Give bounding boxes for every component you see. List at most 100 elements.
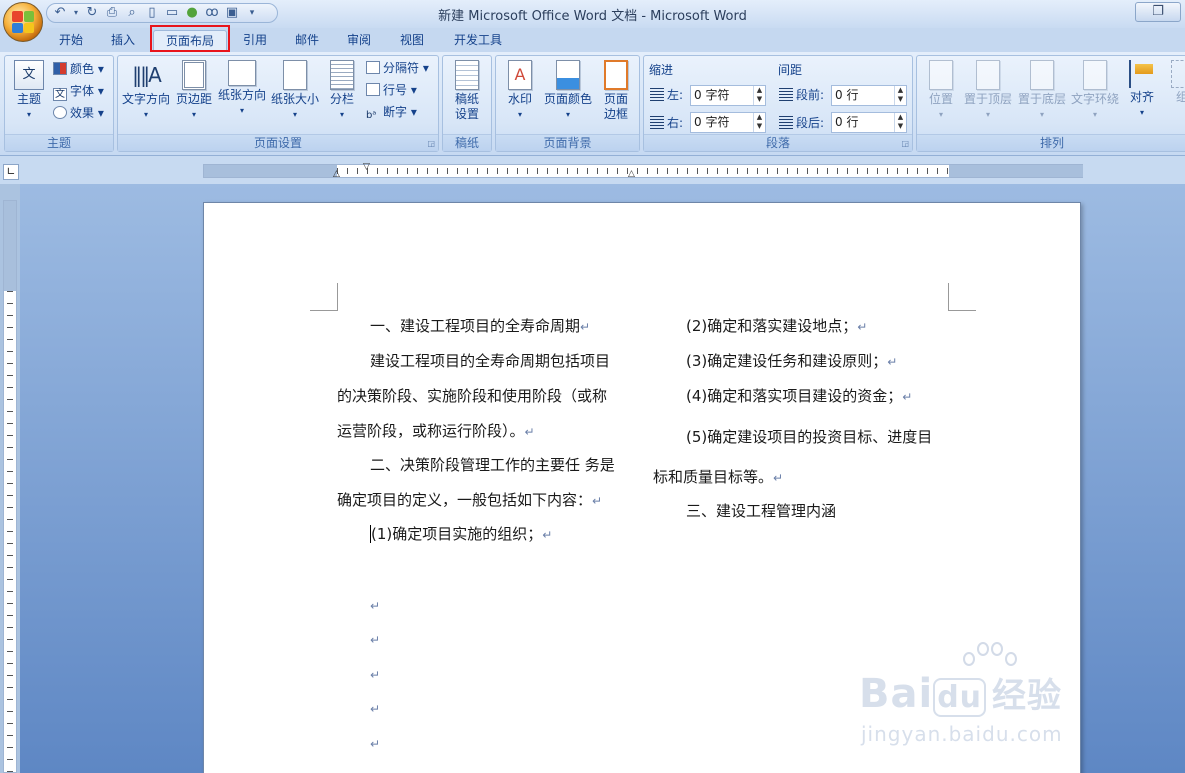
tab-references[interactable]: 引用	[234, 30, 276, 52]
orientation-button[interactable]: 纸张方向 ▾	[216, 60, 268, 118]
empty-paragraph[interactable]: ↵	[370, 631, 380, 649]
theme-effects-button[interactable]: 效果 ▾	[53, 104, 104, 122]
group-arrange: 位置 ▾ 置于顶层 ▾ 置于底层 ▾ 文字环绕 ▾ 对齐 ▾ 组 排列	[916, 55, 1185, 152]
tab-review[interactable]: 审阅	[338, 30, 380, 52]
doc-line[interactable]: 确定项目的定义，一般包括如下内容：↵	[337, 491, 602, 510]
page-borders-button[interactable]: 页面 边框	[596, 60, 636, 122]
align-button[interactable]: 对齐 ▾	[1124, 60, 1160, 120]
theme-effects-label: 效果	[70, 106, 95, 120]
position-button[interactable]: 位置 ▾	[923, 60, 959, 122]
text-direction-button[interactable]: ‖‖A 文字方向 ▾	[120, 60, 172, 122]
breaks-label: 分隔符	[383, 61, 420, 75]
horizontal-ruler[interactable]: ▽ △ △	[203, 162, 1083, 179]
text-wrap-button[interactable]: 文字环绕 ▾	[1069, 60, 1121, 122]
spinner-icon[interactable]: ▲ ▼	[753, 86, 765, 105]
watermark-label: 水印	[507, 92, 532, 106]
breaks-button[interactable]: 分隔符 ▾	[366, 59, 429, 77]
restore-button[interactable]: ❐	[1135, 2, 1181, 22]
group-button[interactable]: 组	[1167, 60, 1185, 105]
indent-right-input[interactable]: 0 字符 ▲ ▼	[690, 112, 766, 133]
size-button[interactable]: 纸张大小 ▾	[269, 60, 321, 122]
spinner-icon[interactable]: ▲ ▼	[894, 113, 906, 132]
doc-line[interactable]: 建设工程项目的全寿命周期包括项目	[370, 352, 610, 370]
ruler-right-margin	[949, 165, 1083, 177]
columns-icon	[330, 60, 354, 90]
page-color-button[interactable]: 页面颜色 ▾	[542, 60, 594, 122]
chevron-down-icon: ▾	[1139, 108, 1144, 117]
doc-line[interactable]: 的决策阶段、实施阶段和使用阶段（或称	[337, 387, 607, 405]
doc-line[interactable]: (1)确定项目实施的组织；↵	[370, 525, 552, 544]
draft-setup-button[interactable]: 稿纸 设置	[445, 60, 489, 122]
doc-line[interactable]: (3)确定建设任务和建设原则；↵	[686, 352, 897, 371]
dialog-launcher-icon[interactable]: ◲	[901, 139, 909, 148]
doc-line[interactable]: 标和质量目标等。↵	[653, 468, 783, 487]
first-line-indent-marker[interactable]: ▽	[363, 162, 370, 172]
tab-developer[interactable]: 开发工具	[447, 30, 509, 52]
right-indent-marker[interactable]: △	[628, 169, 635, 179]
doc-line[interactable]: (5)确定建设项目的投资目标、进度目	[686, 428, 932, 446]
group-theme: 文 主题 ▾ 颜色 ▾ 文字体 ▾ 效果 ▾ 主题	[4, 55, 114, 152]
indent-right-icon	[650, 116, 664, 129]
orientation-icon	[228, 60, 256, 86]
ruler-left-margin	[204, 165, 337, 177]
empty-paragraph[interactable]: ↵	[370, 735, 380, 753]
send-to-back-button[interactable]: 置于底层 ▾	[1016, 60, 1068, 122]
chevron-down-icon: ▾	[292, 110, 297, 119]
hyphenation-button[interactable]: bᵃ 断字 ▾	[366, 103, 417, 121]
tab-insert[interactable]: 插入	[102, 30, 144, 52]
chevron-down-icon: ▾	[26, 110, 31, 119]
group-page-setup-label: 页面设置	[118, 134, 438, 151]
spinner-icon[interactable]: ▲ ▼	[753, 113, 765, 132]
page-borders-label-2: 边框	[603, 107, 628, 121]
office-button[interactable]	[3, 2, 43, 42]
ruler-ticks	[337, 168, 948, 174]
indent-title: 缩进	[649, 63, 674, 77]
doc-line[interactable]: 二、决策阶段管理工作的主要任 务是	[370, 456, 615, 474]
indent-left-label: 左:	[650, 86, 683, 104]
space-before-icon	[779, 88, 793, 101]
tab-view[interactable]: 视图	[391, 30, 433, 52]
theme-fonts-button[interactable]: 文字体 ▾	[53, 82, 104, 101]
empty-paragraph[interactable]: ↵	[370, 700, 380, 718]
group-page-background: A 水印 ▾ 页面颜色 ▾ 页面 边框 页面背景	[495, 55, 640, 152]
spinner-icon[interactable]: ▲ ▼	[894, 86, 906, 105]
indent-left-text: 左:	[667, 88, 684, 102]
empty-paragraph[interactable]: ↵	[370, 666, 380, 684]
left-indent-marker[interactable]: △	[333, 169, 340, 179]
theme-icon: 文	[14, 60, 44, 90]
vertical-ruler[interactable]	[3, 200, 17, 773]
line-numbers-button[interactable]: 行号 ▾	[366, 81, 417, 99]
columns-button[interactable]: 分栏 ▾	[323, 60, 361, 122]
tab-page-layout[interactable]: 页面布局	[153, 30, 227, 52]
margins-button[interactable]: 页边距 ▾	[174, 60, 214, 122]
watermark-icon: A	[508, 60, 532, 90]
doc-line[interactable]: (4)确定和落实项目建设的资金；↵	[686, 387, 912, 406]
chevron-down-icon: ▾	[938, 110, 943, 119]
chevron-down-icon: ▾	[985, 110, 990, 119]
indent-left-input[interactable]: 0 字符 ▲ ▼	[690, 85, 766, 106]
doc-line[interactable]: 运营阶段，或称运行阶段）。↵	[337, 422, 535, 441]
empty-paragraph[interactable]: ↵	[370, 597, 380, 615]
theme-colors-button[interactable]: 颜色 ▾	[53, 60, 104, 78]
indent-right-text: 右:	[667, 116, 684, 130]
tab-mailings[interactable]: 邮件	[286, 30, 328, 52]
tab-home[interactable]: 开始	[50, 30, 92, 52]
watermark-button[interactable]: A 水印 ▾	[500, 60, 540, 122]
columns-label: 分栏	[329, 92, 354, 106]
space-after-value: 0 行	[835, 115, 859, 129]
space-before-input[interactable]: 0 行 ▲ ▼	[831, 85, 907, 106]
group-page-background-label: 页面背景	[496, 134, 639, 151]
doc-line[interactable]: (2)确定和落实建设地点；↵	[686, 317, 867, 336]
bring-to-front-button[interactable]: 置于顶层 ▾	[962, 60, 1014, 122]
theme-button[interactable]: 文 主题 ▾	[9, 60, 49, 122]
doc-line[interactable]: 三、建设工程管理内涵	[686, 502, 836, 520]
page-borders-icon	[604, 60, 628, 90]
group-draft-label: 稿纸	[443, 134, 491, 151]
space-after-input[interactable]: 0 行 ▲ ▼	[831, 112, 907, 133]
doc-line[interactable]: 一、建设工程项目的全寿命周期↵	[370, 317, 590, 336]
group-objects-label: 组	[1175, 90, 1185, 104]
bring-front-icon	[976, 60, 1000, 90]
tab-stop-selector[interactable]: ∟	[3, 164, 19, 180]
dialog-launcher-icon[interactable]: ◲	[427, 139, 435, 148]
ruler-top-margin	[4, 201, 16, 291]
